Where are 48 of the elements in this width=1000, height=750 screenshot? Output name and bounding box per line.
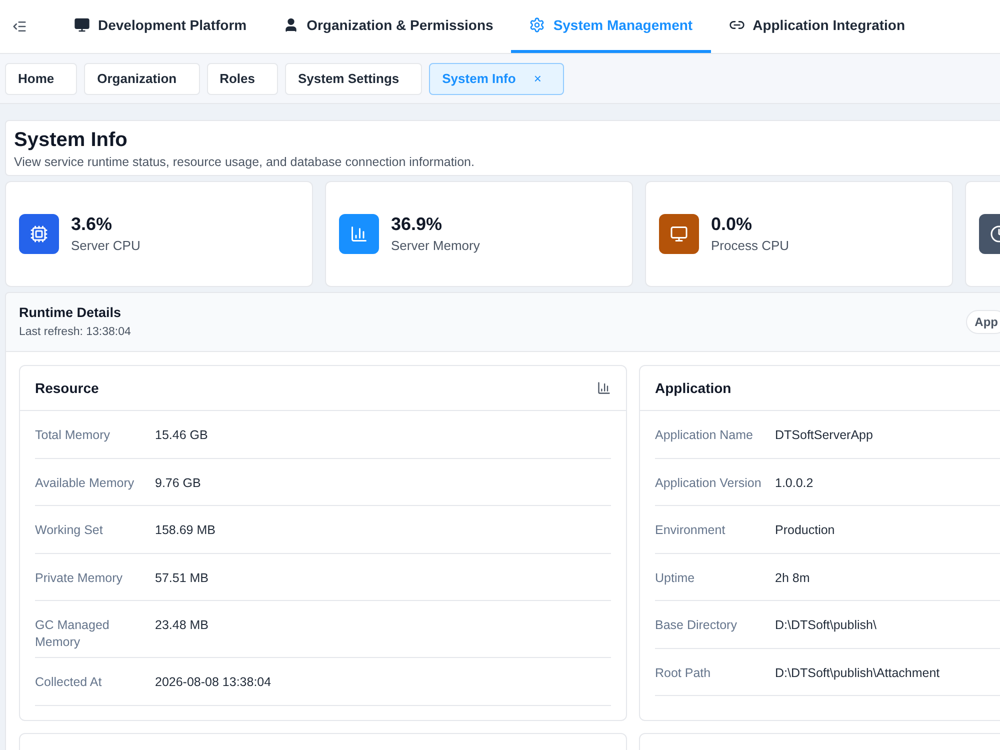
page-title: System Info (14, 128, 128, 153)
page-tab[interactable]: System Settings (284, 62, 422, 94)
settings-icon (529, 17, 546, 33)
field-value: D:\DTSoft\publish\ (775, 617, 878, 634)
field-label: Application Version (655, 474, 762, 492)
field-value: 1.0.0.2 (775, 474, 814, 492)
field-value: 158.69 MB (155, 522, 216, 539)
monitor-icon (74, 17, 90, 33)
action-button[interactable]: App (966, 310, 1000, 334)
field-value: 9.76 GB (155, 474, 202, 492)
field-value: 23.48 MB (155, 617, 210, 634)
user-icon (282, 17, 299, 33)
field-label: GC Managed Memory (35, 617, 110, 651)
field-label: Application Name (655, 427, 754, 444)
card-title: Resource (35, 378, 99, 398)
field-value: DTSoftServerApp (775, 427, 874, 444)
page-tab[interactable]: Home (5, 62, 78, 94)
field-value: D:\DTSoft\publish\Attachment (775, 664, 941, 682)
refresh-time: Last refresh: 13:38:04 (19, 324, 131, 340)
field-label: Total Memory (35, 427, 112, 444)
stat-value: 0.0% (711, 213, 754, 236)
field-value: 2026-08-08 13:38:04 (155, 674, 272, 691)
stat-label: Server CPU (71, 237, 140, 256)
field-label: Available Memory (35, 474, 136, 492)
field-label: Root Path (655, 664, 712, 682)
field-label: Environment (655, 522, 726, 539)
section-title: Runtime Details (19, 304, 122, 322)
nav-tab[interactable]: Development Platform (56, 0, 265, 53)
field-label: Working Set (35, 522, 104, 539)
page-subtitle: View service runtime status, resource usage, and database connection information. (14, 154, 476, 171)
field-value: 2h 8m (775, 570, 811, 586)
bar-chart-icon (597, 381, 611, 395)
stat-value: 36.9% (391, 213, 444, 236)
card-title: Application (655, 378, 732, 398)
field-label: Private Memory (35, 570, 124, 587)
field-label: Collected At (35, 674, 103, 691)
field-label: Base Directory (655, 617, 738, 634)
page-tab[interactable]: Roles (206, 62, 278, 94)
nav-tab[interactable]: Application Integration (710, 0, 924, 53)
stat-value: 3.6% (71, 213, 114, 236)
field-label: Uptime (655, 570, 696, 587)
field-value: 57.51 MB (155, 570, 210, 586)
nav-tab[interactable]: Organization & Permissions (264, 0, 512, 53)
page-tab[interactable]: Organization (84, 62, 200, 94)
stat-label: Server Memory (391, 237, 480, 256)
field-value: 15.46 GB (155, 427, 209, 444)
field-value: Production (775, 522, 836, 539)
stat-label: Process CPU (711, 237, 790, 256)
